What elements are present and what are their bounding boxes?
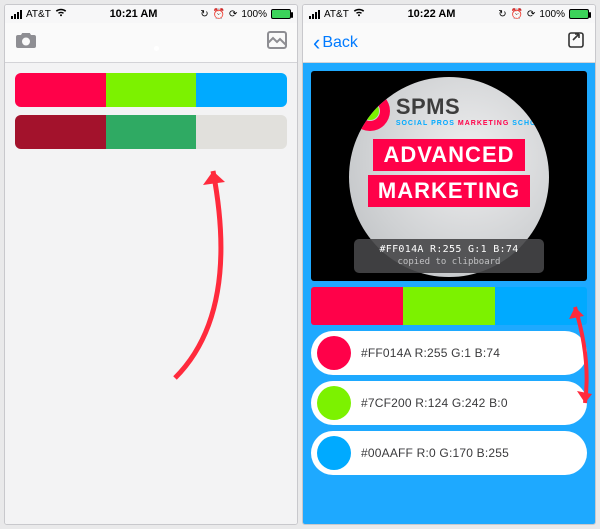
back-label: Back [322, 34, 358, 52]
swatch[interactable] [15, 73, 106, 107]
status-bar: AT&T 10:21 AM ↻ ⏰ ⟳ 100% [5, 5, 297, 23]
color-label: #00AAFF R:0 G:170 B:255 [361, 446, 509, 460]
lock-rotation-icon: ⟳ [229, 9, 237, 20]
clock: 10:22 AM [408, 8, 456, 20]
color-strip [311, 287, 587, 325]
gallery-icon[interactable] [267, 31, 287, 54]
battery-percent: 100% [241, 9, 267, 20]
status-bar: AT&T 10:22 AM ↻ ⏰ ⟳ 100% [303, 5, 595, 23]
battery-percent: 100% [539, 9, 565, 20]
lock-rotation-icon: ⟳ [527, 9, 535, 20]
swatch[interactable] [495, 287, 587, 325]
alarm-icon: ↻ [498, 9, 506, 20]
banner-line: MARKETING [368, 175, 530, 207]
brand-logo: SPMS SOCIAL PROS MARKETING SCHOOL [350, 91, 548, 131]
color-dot [317, 386, 351, 420]
share-icon[interactable] [567, 31, 585, 54]
brand-name: SPMS [396, 96, 548, 118]
battery-icon [569, 9, 589, 19]
copied-toast: #FF014A R:255 G:1 B:74 copied to clipboa… [354, 239, 544, 273]
back-button[interactable]: ‹ Back [313, 32, 358, 54]
signal-icon [309, 10, 320, 19]
phones-container: AT&T 10:21 AM ↻ ⏰ ⟳ 100% [4, 4, 596, 525]
hero-image[interactable]: SPMS SOCIAL PROS MARKETING SCHOOL ADVANC… [311, 71, 587, 281]
phone-left: AT&T 10:21 AM ↻ ⏰ ⟳ 100% [4, 4, 298, 525]
chevron-left-icon: ‹ [313, 32, 320, 54]
toast-hex: #FF014A R:255 G:1 B:74 [356, 244, 542, 255]
swatch[interactable] [106, 73, 197, 107]
color-pill[interactable]: #00AAFF R:0 G:170 B:255 [311, 431, 587, 475]
palette-detail: SPMS SOCIAL PROS MARKETING SCHOOL ADVANC… [303, 63, 595, 524]
swatch[interactable] [15, 115, 106, 149]
swatch[interactable] [196, 73, 287, 107]
banner-line: ADVANCED [373, 139, 524, 171]
color-pill[interactable]: #FF014A R:255 G:1 B:74 [311, 331, 587, 375]
logo-mark-icon [350, 91, 390, 131]
annotation-arrow-icon [155, 163, 245, 383]
nav-bar: ‹ Back [303, 23, 595, 63]
color-dot [317, 436, 351, 470]
camera-icon[interactable] [15, 31, 37, 54]
carrier-label: AT&T [324, 9, 349, 20]
swatch[interactable] [106, 115, 197, 149]
swatch[interactable] [403, 287, 495, 325]
battery-icon [271, 9, 291, 19]
wifi-icon [55, 8, 67, 20]
phone-right: AT&T 10:22 AM ↻ ⏰ ⟳ 100% ‹ Back [302, 4, 596, 525]
brand-tagline: SOCIAL PROS MARKETING SCHOOL [396, 120, 548, 127]
wifi-icon [353, 8, 365, 20]
swatch[interactable] [311, 287, 403, 325]
carrier-label: AT&T [26, 9, 51, 20]
clock: 10:21 AM [110, 8, 158, 20]
color-label: #FF014A R:255 G:1 B:74 [361, 346, 500, 360]
palette-list [5, 63, 297, 524]
nav-bar [5, 23, 297, 63]
color-label: #7CF200 R:124 G:242 B:0 [361, 396, 508, 410]
palette-row[interactable] [15, 73, 287, 107]
toast-message: copied to clipboard [356, 257, 542, 267]
swatch[interactable] [196, 115, 287, 149]
color-pill[interactable]: #7CF200 R:124 G:242 B:0 [311, 381, 587, 425]
color-dot [317, 336, 351, 370]
signal-icon [11, 10, 22, 19]
alarm-clock-icon: ⏰ [511, 9, 523, 20]
alarm-clock-icon: ⏰ [213, 9, 225, 20]
palette-row[interactable] [15, 115, 287, 149]
alarm-icon: ↻ [200, 9, 208, 20]
